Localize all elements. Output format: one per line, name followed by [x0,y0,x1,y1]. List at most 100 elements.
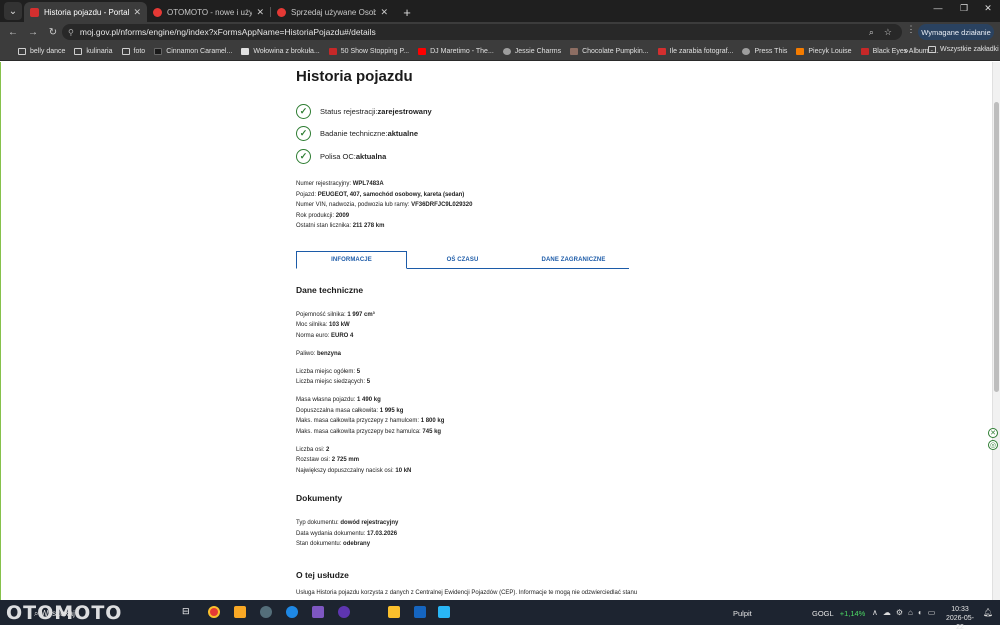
info-label: Liczba miejsc ogółem: [296,369,357,375]
info-label: Maks. masa całkowita przyczepy z hamulce… [296,418,421,424]
tab-title: Sprzedaj używane Osobowe | O [291,7,377,17]
status-label: Polisa OC: [320,152,356,161]
vehicle-info-row: Ostatni stan licznika: 211 278 km [296,223,384,229]
tab-dane-zagraniczne[interactable]: DANE ZAGRANICZNE [518,251,629,268]
address-bar[interactable]: ⚲ moj.gov.pl/nforms/engine/ng/index?xFor… [62,24,902,40]
info-value: 5 [366,379,371,385]
bookmark-item[interactable]: Chocolate Pumpkin... [570,47,649,55]
back-icon[interactable]: ← [4,23,22,41]
tab-search-icon[interactable]: ⌄ [4,2,22,20]
bookmark-label: kulinaria [86,47,113,55]
bookmark-item[interactable]: belly dance [18,47,65,55]
bookmark-label: Wołowina z brokuła... [253,47,320,55]
tab-title: OTOMOTO - nowe i używane sa [167,7,253,17]
scrollbar-thumb[interactable] [994,102,999,392]
app-icon[interactable] [338,606,350,618]
close-icon[interactable]: ✕ [380,7,388,18]
browser-tab-historia[interactable]: Historia pojazdu - Portal gov.pl ✕ [24,2,147,22]
check-circle-icon: ✓ [296,104,311,119]
tech-row: Masa własna pojazdu: 1 490 kg [296,397,381,403]
app-icon[interactable] [312,606,324,618]
info-label: Norma euro: [296,333,332,339]
reload-icon[interactable]: ↻ [44,23,62,41]
site-info-icon[interactable]: ⚲ [68,28,74,37]
status-row: ✓ Status rejestracji: zarejestrowany [296,104,432,119]
page-scrollbar[interactable] [992,62,1000,600]
stock-name: GOGL [812,609,834,618]
section-title-about: O tej usłudze [296,570,349,580]
chrome-icon[interactable] [208,606,220,618]
bookmark-star-icon[interactable]: ☆ [884,27,892,38]
tab-informacje[interactable]: INFORMACJE [296,251,407,269]
info-value: odebrany [343,541,371,547]
browser-tab-otomoto[interactable]: OTOMOTO - nowe i używane sa ✕ [147,2,270,22]
bookmark-item[interactable]: Cinnamon Caramel... [154,47,233,55]
close-icon[interactable]: ✕ [133,7,141,18]
task-view-icon[interactable]: ⊟ [182,606,194,618]
info-value: PEUGEOT, 407, samochód osobowy, kareta (… [317,192,465,198]
forward-icon[interactable]: → [24,23,42,41]
bookmark-item[interactable]: 50 Show Stopping P... [328,47,409,55]
check-circle-icon: ✓ [296,149,311,164]
file-explorer-icon[interactable] [234,606,246,618]
status-value: aktualna [355,152,387,161]
vehicle-info-row: Rok produkcji: 2009 [296,213,349,219]
vehicle-info-row: Numer VIN, nadwozia, podwozia lub ramy: … [296,202,472,208]
close-window-icon[interactable]: ✕ [976,3,1000,14]
tab-title: Historia pojazdu - Portal gov.pl [44,7,130,17]
details-tabs: INFORMACJE OŚ CZASU DANE ZAGRANICZNE [296,251,629,269]
info-value: 10 kN [395,468,412,474]
info-value: 5 [356,369,361,375]
bookmark-label: Cinnamon Caramel... [166,47,233,55]
info-value: 1 490 kg [357,397,381,403]
stock-widget[interactable]: GOGL +1,14% [812,609,865,618]
info-value: EURO 4 [331,333,354,339]
info-label: Pojazd: [296,192,318,198]
bookmark-item[interactable]: Ile zarabia fotograf... [657,47,733,55]
otomoto-icon [153,7,162,17]
notification-bell-icon[interactable]: 🔔︎ [983,608,993,617]
settings-icon[interactable] [260,606,272,618]
folder-icon [74,47,83,55]
close-icon[interactable]: ✕ [256,7,264,18]
bookmark-item[interactable]: Jessie Charms [502,47,561,55]
all-bookmarks-button[interactable]: Wszystkie zakładki [928,46,999,53]
edge-icon[interactable] [286,606,298,618]
bookmark-label: Piecyk Louise [808,47,852,55]
folder-icon[interactable] [388,606,400,618]
about-text: Usługa Historia pojazdu korzysta z danyc… [296,590,638,596]
search-icon[interactable]: ⌕ [869,27,874,38]
bookmark-item[interactable]: foto [121,47,145,55]
app-icon[interactable] [438,606,450,618]
bookmark-item[interactable]: kulinaria [74,47,113,55]
info-label: Typ dokumentu: [296,520,341,526]
side-widget-icon[interactable]: ◎ [988,440,998,450]
browser-tab-sprzedaj[interactable]: Sprzedaj używane Osobowe | O ✕ [271,2,394,22]
bookmark-label: DJ Maretimo - The... [430,47,494,55]
bookmark-item[interactable]: DJ Maretimo - The... [418,47,494,55]
system-tray[interactable]: ∧☁⚙⌂◐▭ [872,608,940,617]
required-action-button[interactable]: Wymagane działanie [918,24,994,40]
stock-change: +1,14% [839,609,866,618]
info-label: Dopuszczalna masa całkowita: [296,408,380,414]
youtube-icon [418,47,427,55]
info-value: 1 997 cm³ [347,312,375,318]
bookmark-item[interactable]: Press This [742,47,787,55]
new-tab-button[interactable]: + [398,3,416,21]
bookmark-item[interactable]: Black Eyes Album -... [860,47,939,55]
site-icon [241,47,250,55]
desktop-label[interactable]: Pulpit [733,609,752,618]
maximize-icon[interactable]: ❐ [952,3,976,14]
url-text[interactable]: moj.gov.pl/nforms/engine/ng/index?xForms… [80,27,376,37]
bookmark-item[interactable]: Piecyk Louise [796,47,852,55]
side-close-icon[interactable]: ✕ [988,428,998,438]
minimize-icon[interactable]: — [926,3,950,13]
clock[interactable]: 10:33 2026-05-22 [945,605,975,632]
more-bookmarks-icon[interactable]: » [904,46,908,55]
check-circle-icon: ✓ [296,126,311,141]
taskbar-search[interactable]: ⌕ Wyszukaj [34,609,75,619]
tab-os-czasu[interactable]: OŚ CZASU [407,251,518,268]
app-icon[interactable] [414,606,426,618]
menu-kebab-icon[interactable]: ⋮ [906,24,916,35]
bookmark-item[interactable]: Wołowina z brokuła... [241,47,320,55]
